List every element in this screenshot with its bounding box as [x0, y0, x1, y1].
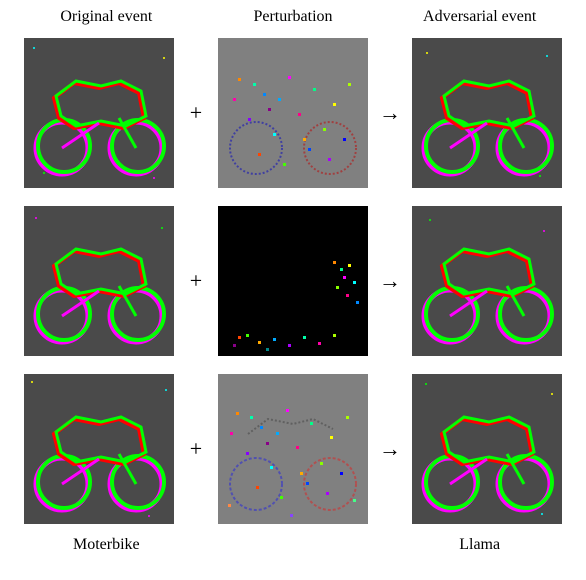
perturbation-image — [218, 38, 368, 188]
adversarial-event-image — [412, 38, 562, 188]
footer-spacer — [200, 536, 387, 554]
header-adversarial: Adversarial event — [386, 8, 573, 26]
arrow-operator: → — [376, 436, 404, 462]
grid-row: + — [24, 374, 562, 524]
original-event-image — [24, 38, 174, 188]
plus-operator: + — [182, 100, 210, 126]
adversarial-event-image — [412, 374, 562, 524]
arrow-operator: → — [376, 100, 404, 126]
original-event-image — [24, 374, 174, 524]
perturbation-image — [218, 374, 368, 524]
plus-operator: + — [182, 268, 210, 294]
footer-original-label: Moterbike — [13, 536, 200, 554]
header-row: Original event Perturbation Adversarial … — [13, 8, 573, 26]
original-event-image — [24, 206, 174, 356]
grid-row: + — [24, 38, 562, 188]
arrow-operator: → — [376, 268, 404, 294]
adversarial-event-image — [412, 206, 562, 356]
header-original: Original event — [13, 8, 200, 26]
image-grid: + — [24, 38, 562, 524]
header-perturbation: Perturbation — [200, 8, 387, 26]
plus-operator: + — [182, 436, 210, 462]
grid-row: + — [24, 206, 562, 356]
perturbation-image — [218, 206, 368, 356]
footer-row: Moterbike Llama — [13, 536, 573, 554]
footer-adversarial-label: Llama — [386, 536, 573, 554]
